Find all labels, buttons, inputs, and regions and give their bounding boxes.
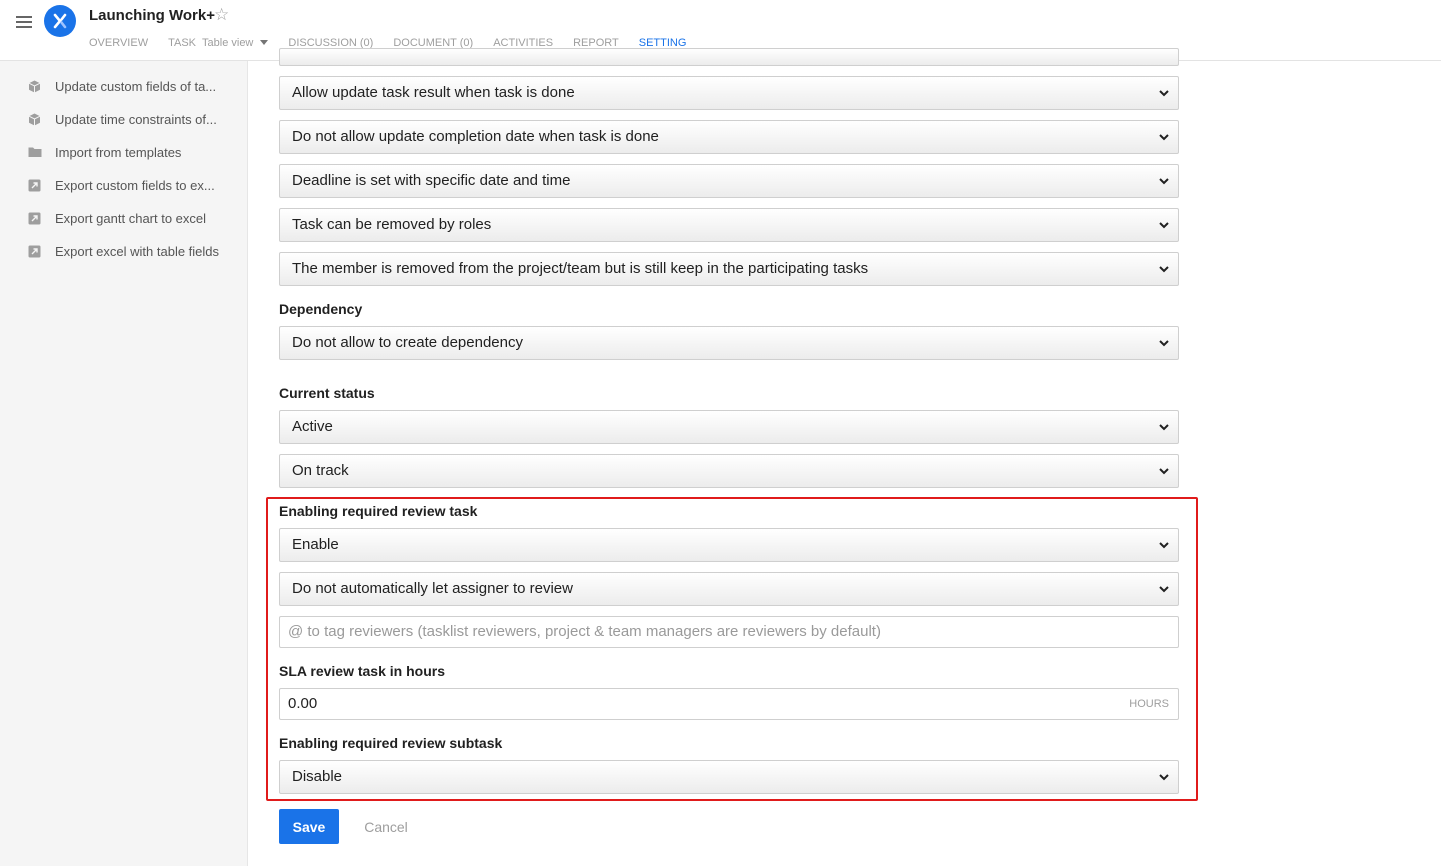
folder-icon bbox=[27, 145, 42, 160]
chevron-down-icon bbox=[1159, 266, 1169, 273]
export-icon bbox=[27, 178, 42, 193]
select-status-active[interactable]: Active bbox=[279, 410, 1179, 444]
select-deadline-mode[interactable]: Deadline is set with specific date and t… bbox=[279, 164, 1179, 198]
cube-icon bbox=[27, 112, 42, 127]
sidebar-item-label: Update time constraints of... bbox=[55, 111, 217, 127]
sidebar-item-label: Import from templates bbox=[55, 144, 182, 160]
sidebar-item-export-custom-fields[interactable]: Export custom fields to ex... bbox=[27, 175, 215, 195]
select-review-task-enable[interactable]: Enable bbox=[279, 528, 1179, 562]
sidebar-item-update-time-constraints[interactable]: Update time constraints of... bbox=[27, 109, 217, 129]
sidebar-item-export-excel-table[interactable]: Export excel with table fields bbox=[27, 241, 219, 261]
favorite-star-icon[interactable]: ☆ bbox=[214, 6, 229, 24]
review-subtask-label: Enabling required review subtask bbox=[279, 735, 503, 751]
hamburger-menu-icon[interactable] bbox=[16, 16, 32, 30]
chevron-down-icon bbox=[1159, 424, 1169, 431]
sidebar-item-label: Export custom fields to ex... bbox=[55, 177, 215, 193]
tab-overview[interactable]: OVERVIEW bbox=[89, 37, 148, 61]
sidebar-item-label: Export excel with table fields bbox=[55, 243, 220, 259]
sidebar-item-export-gantt[interactable]: Export gantt chart to excel bbox=[27, 208, 206, 228]
chevron-down-icon bbox=[1159, 586, 1169, 593]
workplus-logo-icon bbox=[44, 5, 76, 37]
select-update-completion-date[interactable]: Do not allow update completion date when… bbox=[279, 120, 1179, 154]
chevron-down-icon bbox=[1159, 178, 1169, 185]
export-icon bbox=[27, 211, 42, 226]
chevron-down-icon bbox=[1159, 134, 1169, 141]
chevron-down-icon bbox=[1159, 774, 1169, 781]
sla-unit: HOURS bbox=[1129, 698, 1169, 710]
chevron-down-icon bbox=[1159, 468, 1169, 475]
select-status-track[interactable]: On track bbox=[279, 454, 1179, 488]
reviewers-placeholder: @ to tag reviewers (tasklist reviewers, … bbox=[288, 623, 881, 640]
sla-hours-input[interactable]: 0.00 HOURS bbox=[279, 688, 1179, 720]
export-icon bbox=[27, 244, 42, 259]
select-review-subtask[interactable]: Disable bbox=[279, 760, 1179, 794]
chevron-down-icon bbox=[1159, 222, 1169, 229]
chevron-down-icon bbox=[1159, 340, 1169, 347]
chevron-down-icon bbox=[1159, 90, 1169, 97]
review-task-label: Enabling required review task bbox=[279, 503, 478, 519]
sidebar-item-import-templates[interactable]: Import from templates bbox=[27, 142, 181, 162]
sidebar-item-label: Export gantt chart to excel bbox=[55, 210, 207, 226]
sla-value: 0.00 bbox=[288, 695, 318, 712]
settings-sidebar: Update custom fields of ta... Update tim… bbox=[0, 61, 248, 866]
select-update-task-result[interactable]: Allow update task result when task is do… bbox=[279, 76, 1179, 110]
current-status-label: Current status bbox=[279, 385, 375, 401]
sidebar-item-label: Update custom fields of ta... bbox=[55, 78, 217, 94]
dependency-label: Dependency bbox=[279, 301, 363, 317]
sidebar-item-update-custom-fields[interactable]: Update custom fields of ta... bbox=[27, 76, 216, 96]
select-dependency[interactable]: Do not allow to create dependency bbox=[279, 326, 1179, 360]
save-button[interactable]: Save bbox=[279, 809, 339, 844]
cancel-button[interactable]: Cancel bbox=[354, 809, 418, 844]
chevron-down-icon bbox=[1159, 542, 1169, 549]
select-assigner-review[interactable]: Do not automatically let assigner to rev… bbox=[279, 572, 1179, 606]
task-view-mode: Table view bbox=[202, 37, 254, 49]
reviewers-input[interactable]: @ to tag reviewers (tasklist reviewers, … bbox=[279, 616, 1179, 648]
caret-down-icon[interactable] bbox=[260, 40, 269, 45]
select-member-removed[interactable]: The member is removed from the project/t… bbox=[279, 252, 1179, 286]
select-task-removal[interactable]: Task can be removed by roles bbox=[279, 208, 1179, 242]
sla-label: SLA review task in hours bbox=[279, 663, 445, 679]
cube-icon bbox=[27, 79, 42, 94]
tab-task[interactable]: TASK Table view bbox=[168, 37, 269, 61]
project-title: Launching Work+ bbox=[89, 7, 215, 24]
setting-select-partial[interactable] bbox=[279, 48, 1179, 66]
